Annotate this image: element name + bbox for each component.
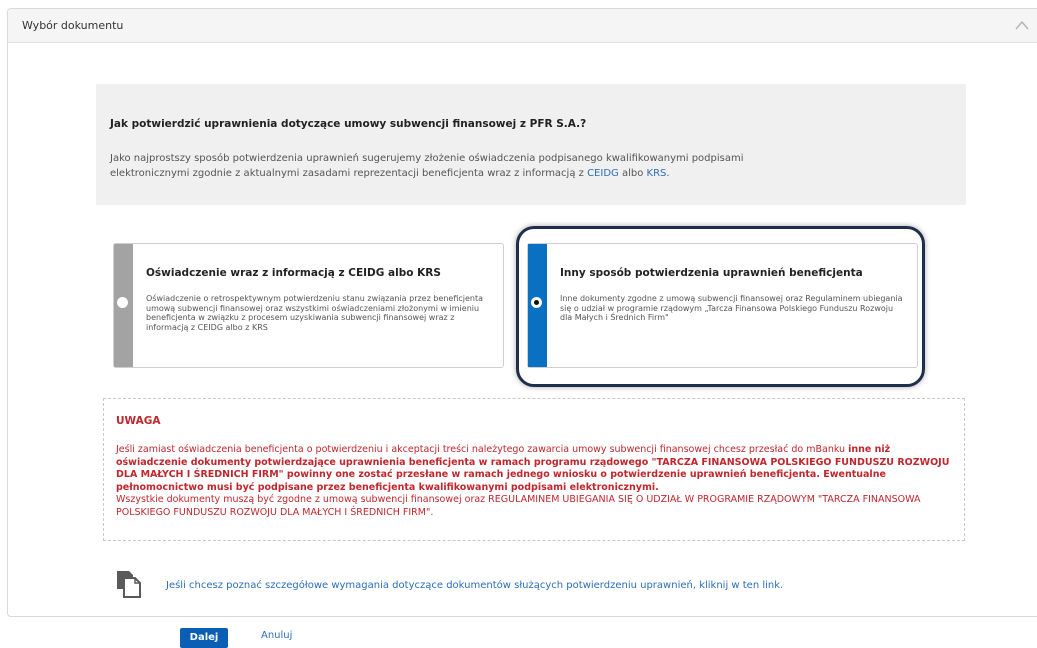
panel-title: Wybór dokumentu — [22, 19, 124, 32]
requirements-link[interactable]: Jeśli chcesz poznać szczegółowe wymagani… — [166, 580, 783, 591]
warning-text: Jeśli zamiast oświadczenia beneficjenta … — [116, 444, 956, 519]
cancel-link[interactable]: Anuluj — [261, 630, 292, 641]
ceidg-link[interactable]: CEIDG — [587, 168, 619, 179]
info-text-line2: elektronicznymi zgodnie z aktualnymi zas… — [110, 168, 588, 179]
option-bar — [114, 244, 133, 367]
info-text: Jako najprostszy sposób potwierdzenia up… — [110, 151, 870, 181]
next-button[interactable]: Dalej — [180, 628, 228, 648]
radio-statement[interactable] — [117, 297, 128, 308]
option-title: Oświadczenie wraz z informacją z CEIDG a… — [146, 267, 441, 279]
krs-link[interactable]: KRS — [647, 168, 667, 179]
info-text-line1: Jako najprostszy sposób potwierdzenia up… — [110, 153, 744, 164]
option-description: Oświadczenie o retrospektywnym potwierdz… — [146, 294, 484, 332]
warning-p1: Jeśli zamiast oświadczenia beneficjenta … — [116, 444, 846, 455]
option-bar — [528, 244, 547, 367]
panel-header[interactable]: Wybór dokumentu — [8, 9, 1037, 43]
option-card-other[interactable]: Inny sposób potwierdzenia uprawnień bene… — [527, 243, 918, 368]
warning-p3: Wszystkie dokumenty muszą być zgodne z u… — [116, 494, 921, 518]
option-title: Inny sposób potwierdzenia uprawnień bene… — [560, 267, 863, 279]
radio-other[interactable] — [531, 297, 542, 308]
info-title: Jak potwierdzić uprawnienia dotyczące um… — [110, 118, 587, 130]
option-description: Inne dokumenty zgodne z umową subwencji … — [560, 294, 903, 322]
chevron-up-icon[interactable] — [1014, 16, 1030, 35]
info-box: Jak potwierdzić uprawnienia dotyczące um… — [96, 84, 966, 205]
documents-icon — [114, 569, 144, 603]
info-text-end: . — [666, 168, 670, 179]
document-selection-panel: Wybór dokumentu Jak potwierdzić uprawnie… — [7, 8, 1037, 617]
warning-box: UWAGA Jeśli zamiast oświadczenia benefic… — [103, 398, 965, 541]
warning-title: UWAGA — [116, 415, 161, 427]
info-text-albo: albo — [618, 168, 647, 179]
option-card-statement[interactable]: Oświadczenie wraz z informacją z CEIDG a… — [113, 243, 504, 368]
